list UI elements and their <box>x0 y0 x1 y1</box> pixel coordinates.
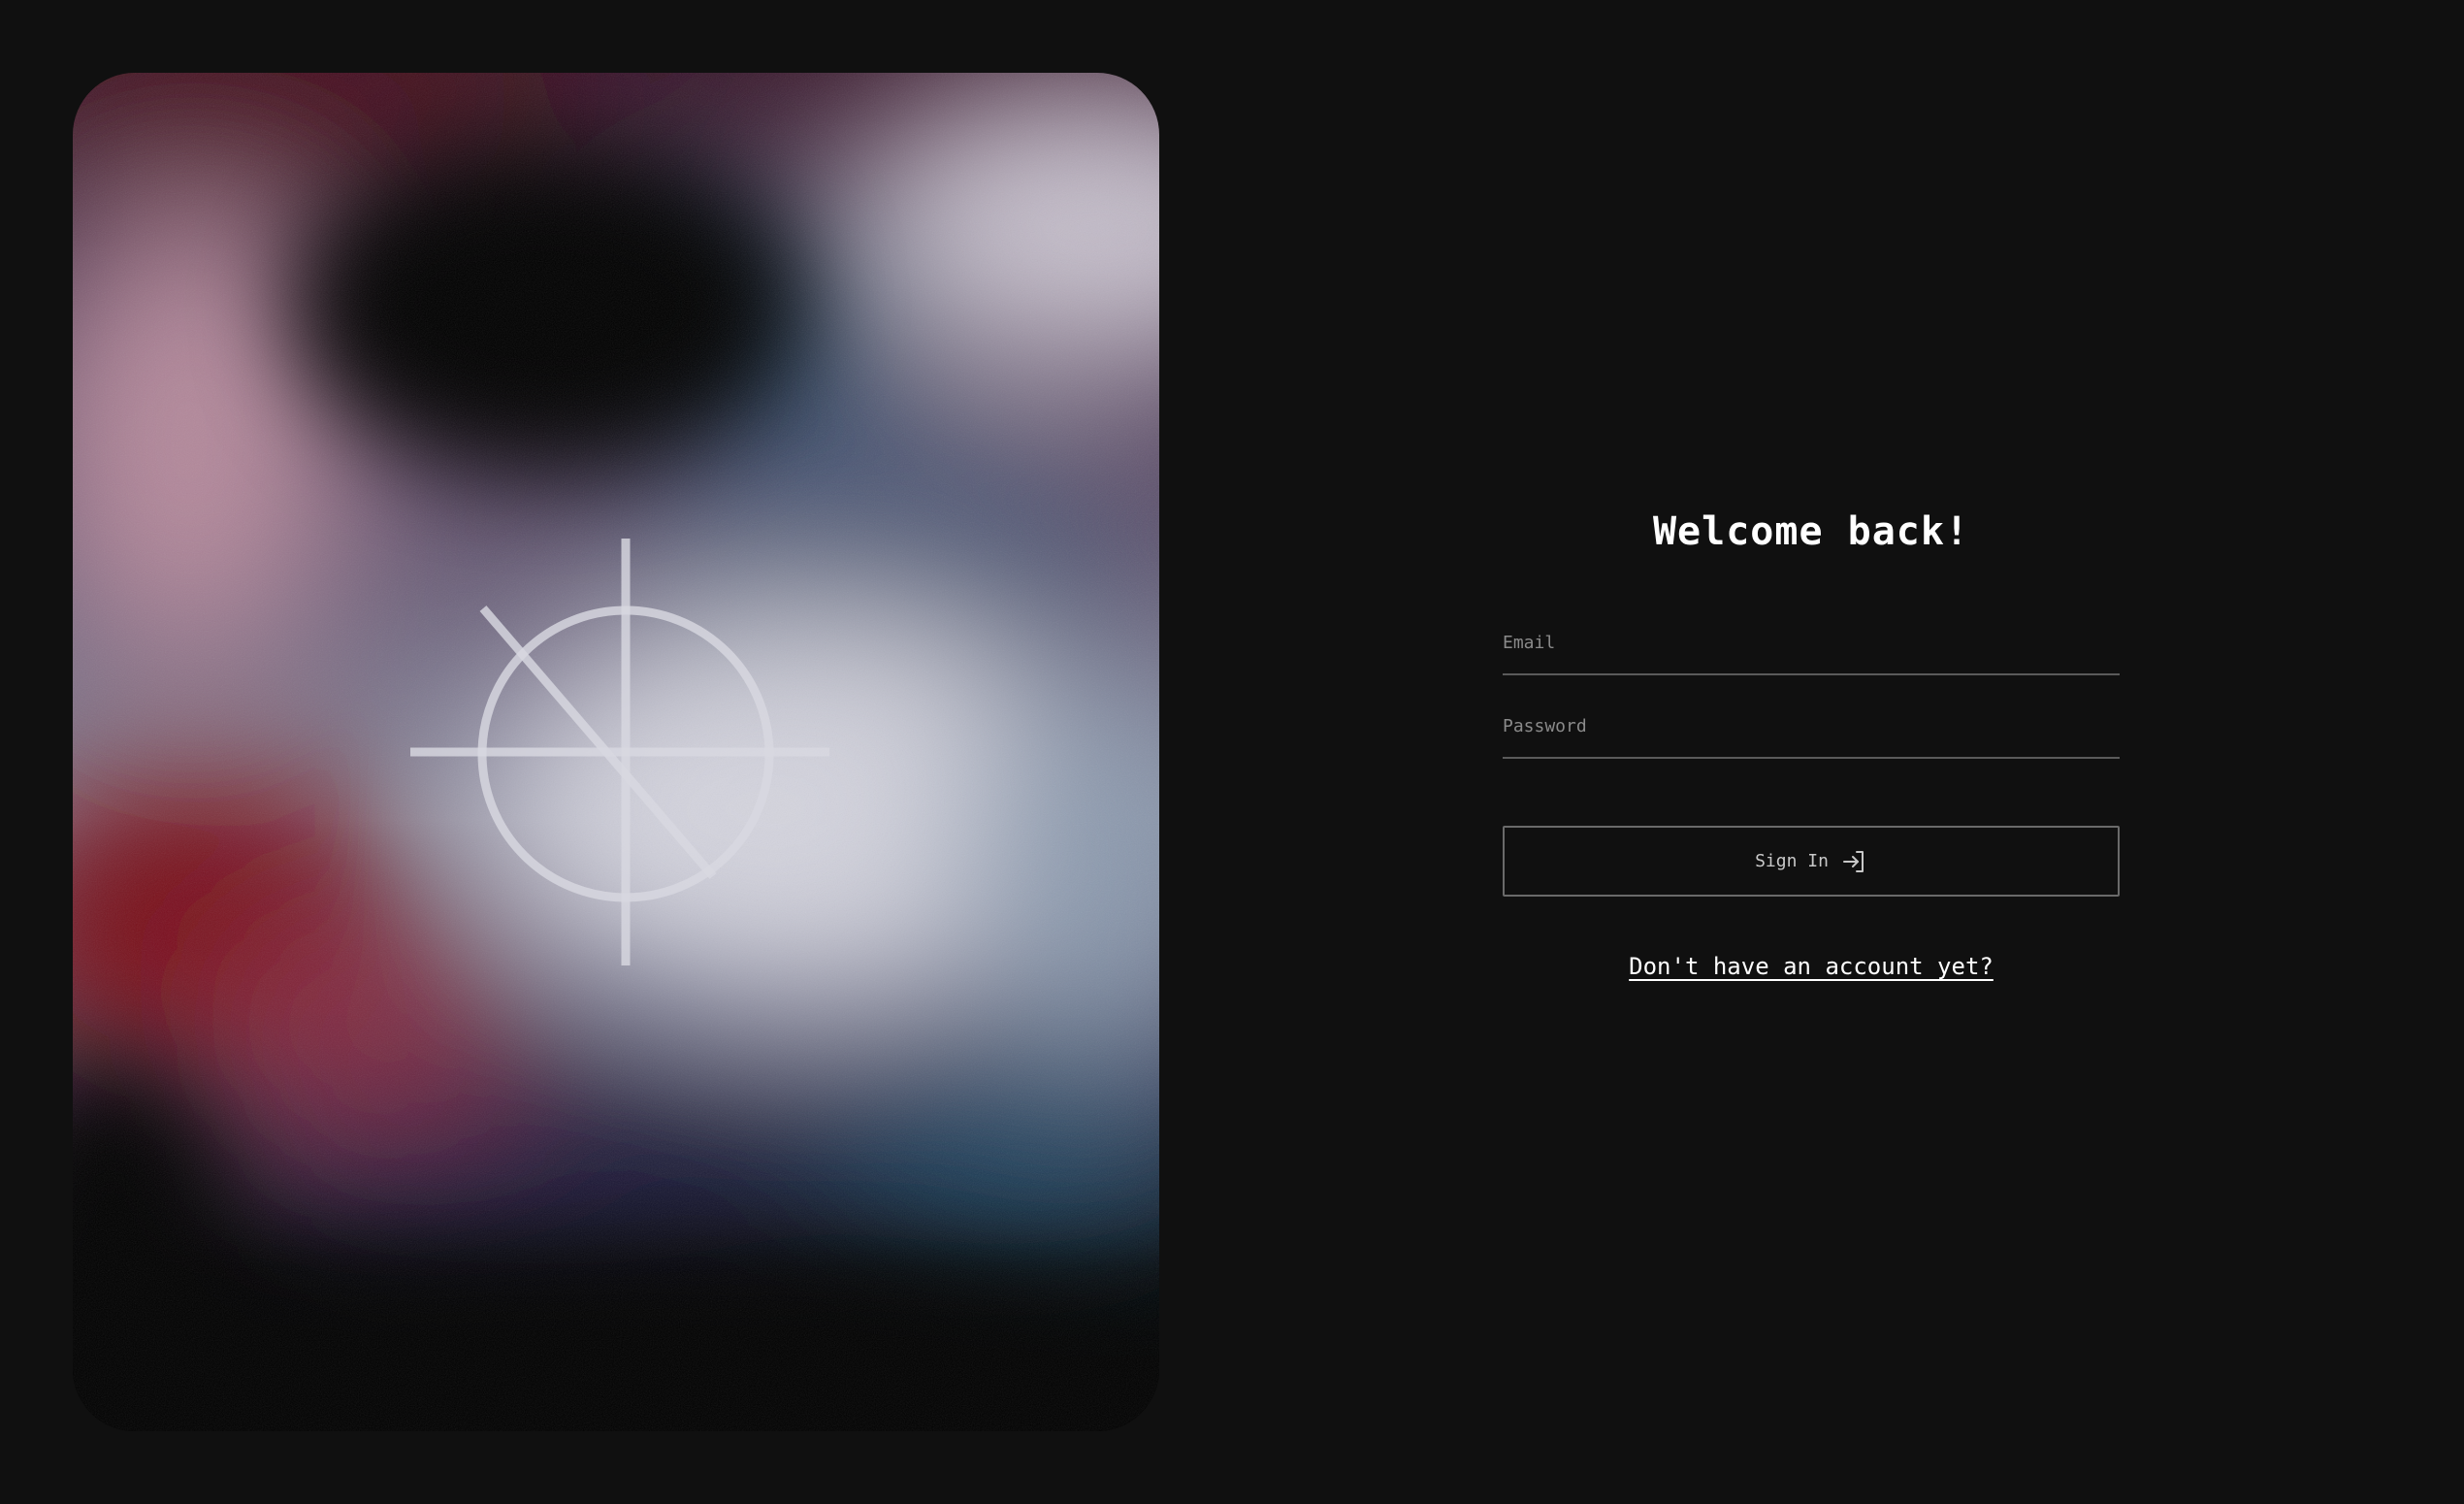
password-input[interactable] <box>1503 706 2120 745</box>
page-title: Welcome back! <box>1652 509 1970 554</box>
signup-link[interactable]: Don't have an account yet? <box>1503 953 2120 980</box>
hero-panel <box>73 73 1159 1431</box>
sign-in-button[interactable]: Sign In <box>1503 826 2120 897</box>
sign-in-icon <box>1842 850 1864 872</box>
email-input[interactable] <box>1503 623 2120 662</box>
crosshair-logo-icon <box>410 539 829 965</box>
password-field-wrapper <box>1503 675 2120 759</box>
email-field-wrapper <box>1503 592 2120 675</box>
login-page: Welcome back! Sign In Don't have an acco… <box>0 0 2464 1504</box>
login-form: Welcome back! Sign In Don't have an acco… <box>1503 485 2120 980</box>
sign-in-label: Sign In <box>1755 851 1829 871</box>
